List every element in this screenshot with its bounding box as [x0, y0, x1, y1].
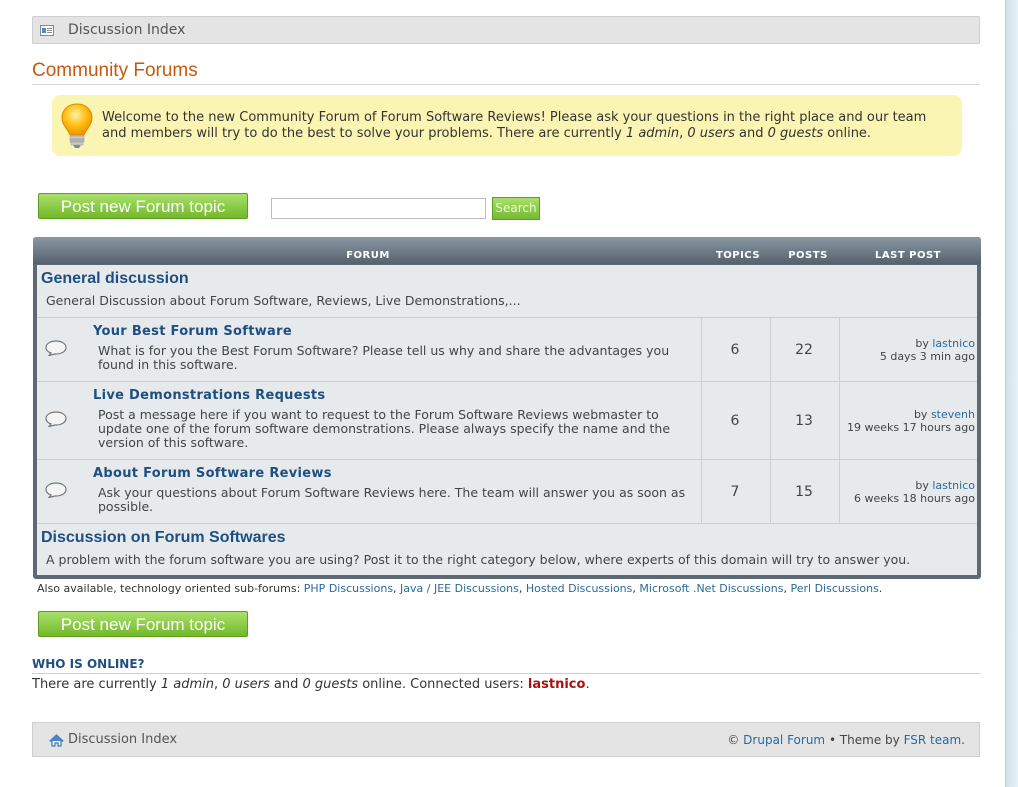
forum-description: What is for you the Best Forum Software?… — [98, 343, 670, 372]
sub-forum-link-hosted[interactable]: Hosted Discussions — [526, 582, 633, 595]
last-post-user-link[interactable]: stevenh — [931, 408, 975, 421]
post-new-topic-button[interactable]: Post new Forum topic — [38, 193, 248, 219]
last-post-user-link[interactable]: lastnico — [932, 479, 975, 492]
connected-user-link[interactable]: lastnico — [528, 677, 586, 692]
category-title[interactable]: Discussion on Forum Softwares — [41, 529, 285, 547]
sub-forum-link-php[interactable]: PHP Discussions — [304, 582, 393, 595]
forum-row: About Forum Software Reviews Ask your qu… — [37, 459, 977, 523]
posts-count: 22 — [795, 342, 813, 358]
breadcrumb: Discussion Index — [32, 16, 980, 44]
forum-description: Post a message here if you want to reque… — [98, 407, 671, 450]
header-topics: TOPICS — [715, 250, 761, 261]
drupal-forum-link[interactable]: Drupal Forum — [743, 733, 825, 747]
forum-table-header: FORUM TOPICS POSTS LAST POST — [33, 237, 981, 264]
sub-forums-note: Also available, technology oriented sub-… — [37, 582, 883, 595]
category-softwares: Discussion on Forum Softwares A problem … — [37, 523, 977, 575]
last-post-time: 5 days 3 min ago — [879, 350, 975, 363]
forum-row: Your Best Forum Software What is for you… — [37, 317, 977, 381]
forum-table: FORUM TOPICS POSTS LAST POST General dis… — [33, 237, 981, 579]
forum-row: Live Demonstrations Requests Post a mess… — [37, 381, 977, 459]
forum-index-icon — [40, 25, 54, 36]
welcome-message: Welcome to the new Community Forum of Fo… — [102, 110, 927, 141]
lightbulb-icon — [61, 103, 93, 148]
speech-bubble-icon — [45, 340, 67, 356]
last-post-info: by lastnico 6 weeks 18 hours ago — [854, 479, 975, 505]
footer-breadcrumb-link[interactable]: Discussion Index — [68, 732, 177, 747]
welcome-notice: Welcome to the new Community Forum of Fo… — [52, 95, 962, 156]
header-posts: POSTS — [788, 250, 828, 261]
sub-forum-link-perl[interactable]: Perl Discussions — [790, 582, 878, 595]
forum-title[interactable]: Your Best Forum Software — [93, 324, 292, 339]
speech-bubble-icon — [45, 482, 67, 498]
online-divider — [32, 673, 980, 674]
forum-title[interactable]: Live Demonstrations Requests — [93, 388, 325, 403]
category-general: General discussion General Discussion ab… — [37, 265, 977, 317]
last-post-info: by lastnico 5 days 3 min ago — [879, 337, 975, 363]
forum-description: Ask your questions about Forum Software … — [98, 485, 686, 514]
breadcrumb-link[interactable]: Discussion Index — [68, 22, 185, 38]
footer: Discussion Index © Drupal Forum • Theme … — [32, 722, 980, 757]
forum-title[interactable]: About Forum Software Reviews — [93, 466, 332, 481]
sub-forum-link-java[interactable]: Java / JEE Discussions — [400, 582, 519, 595]
speech-bubble-icon — [45, 411, 67, 427]
category-title[interactable]: General discussion — [41, 270, 189, 288]
last-post-time: 6 weeks 18 hours ago — [854, 492, 975, 505]
search-input[interactable] — [271, 198, 486, 219]
who-is-online-text: There are currently 1 admin, 0 users and… — [32, 677, 590, 692]
category-description: General Discussion about Forum Software,… — [46, 293, 521, 308]
posts-count: 15 — [795, 484, 813, 500]
header-forum: FORUM — [346, 250, 390, 261]
fsr-team-link[interactable]: FSR team — [904, 733, 962, 747]
right-border-rail — [1005, 0, 1018, 787]
sub-forum-link-dotnet[interactable]: Microsoft .Net Discussions — [639, 582, 783, 595]
title-divider — [32, 84, 980, 85]
footer-credits: © Drupal Forum • Theme by FSR team. — [727, 733, 965, 747]
topics-count: 7 — [730, 484, 740, 500]
last-post-info: by stevenh 19 weeks 17 hours ago — [847, 408, 975, 434]
header-last-post: LAST POST — [875, 250, 941, 261]
post-new-topic-button-bottom[interactable]: Post new Forum topic — [38, 611, 248, 637]
topics-count: 6 — [730, 342, 740, 358]
topics-count: 6 — [730, 413, 740, 429]
search-button[interactable]: Search — [492, 197, 540, 220]
page-title: Community Forums — [32, 60, 198, 81]
home-icon — [49, 734, 64, 747]
who-is-online-heading: WHO IS ONLINE? — [32, 657, 145, 671]
last-post-time: 19 weeks 17 hours ago — [847, 421, 975, 434]
posts-count: 13 — [795, 413, 813, 429]
last-post-user-link[interactable]: lastnico — [932, 337, 975, 350]
category-description: A problem with the forum software you ar… — [46, 552, 911, 567]
